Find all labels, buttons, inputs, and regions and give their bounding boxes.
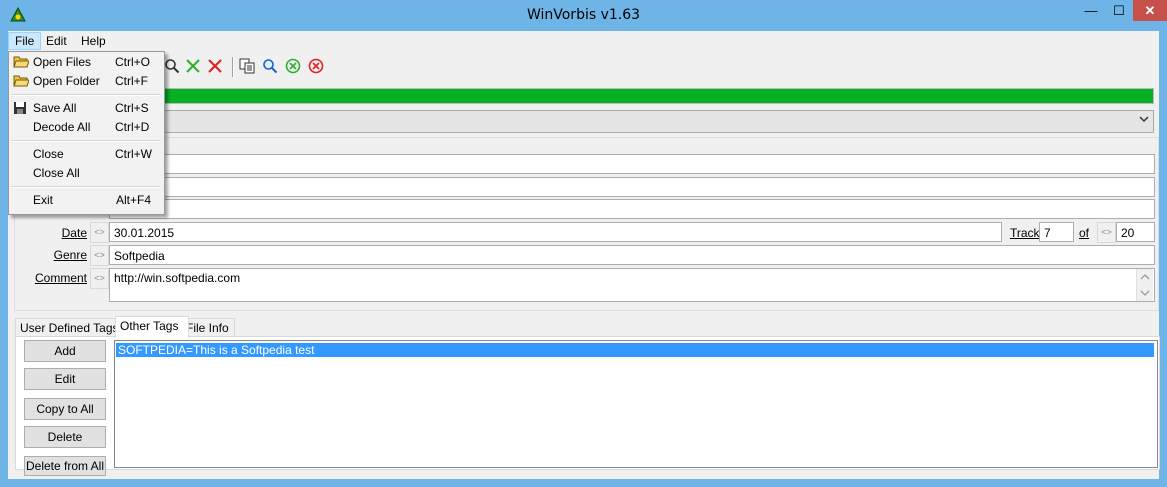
menu-separator: [11, 94, 160, 96]
tab-user-defined-tags[interactable]: User Defined Tags: [15, 318, 124, 337]
menu-close[interactable]: Close Ctrl+W: [9, 145, 162, 164]
check-circle-icon[interactable]: [284, 58, 302, 76]
menu-exit[interactable]: Exit Alt+F4: [9, 191, 162, 210]
genre-label: Genre: [53, 248, 87, 262]
minimize-button[interactable]: —: [1077, 0, 1105, 21]
window-title: WinVorbis v1.63: [526, 7, 641, 23]
comment-text: http://win.softpedia.com: [114, 271, 241, 285]
add-button[interactable]: Add: [24, 340, 106, 362]
title-field[interactable]: [109, 154, 1155, 174]
delete-from-all-button[interactable]: Delete from All: [24, 456, 106, 476]
other-tags-panel: Add Edit Copy to All Delete Delete from …: [15, 336, 1160, 476]
client-area: File Edit Help Date <> 30.01.2015 Track …: [8, 31, 1160, 479]
comment-field[interactable]: http://win.softpedia.com: [109, 268, 1155, 302]
menu-save-all[interactable]: Save All Ctrl+S: [9, 99, 162, 118]
file-menu-dropdown: Open Files Ctrl+O Open Folder Ctrl+F Sav…: [8, 51, 165, 215]
delete-circle-icon[interactable]: [307, 58, 325, 76]
delete-button[interactable]: Delete: [24, 426, 106, 448]
save-icon: [13, 101, 29, 116]
toolbar-separator: [232, 57, 234, 77]
menu-open-files[interactable]: Open Files Ctrl+O: [9, 53, 162, 72]
close-window-button[interactable]: ✕: [1133, 0, 1167, 21]
copy-to-all-button[interactable]: Copy to All: [24, 398, 106, 420]
title-bar[interactable]: WinVorbis v1.63 — ☐ ✕: [0, 0, 1167, 31]
genre-field[interactable]: Softpedia: [109, 245, 1155, 265]
delete-icon[interactable]: [206, 58, 224, 76]
comment-scrollbar[interactable]: [1136, 269, 1153, 301]
app-window: WinVorbis v1.63 — ☐ ✕ File Edit Help Dat…: [0, 0, 1167, 487]
menu-edit[interactable]: Edit: [40, 32, 73, 50]
menu-bar: File Edit Help: [8, 31, 1159, 51]
menu-decode-all[interactable]: Decode All Ctrl+D: [9, 118, 162, 137]
track-label: Track: [1010, 226, 1040, 240]
genre-copy-button[interactable]: <>: [90, 245, 109, 266]
date-field[interactable]: 30.01.2015: [109, 222, 1002, 242]
artist-field[interactable]: Tester: [109, 177, 1155, 197]
menu-help[interactable]: Help: [75, 32, 112, 50]
track-field[interactable]: 7: [1039, 222, 1074, 242]
tab-other-tags[interactable]: Other Tags: [115, 316, 189, 338]
find-icon[interactable]: [261, 58, 279, 76]
menu-open-folder[interactable]: Open Folder Ctrl+F: [9, 72, 162, 91]
album-field[interactable]: Music: [109, 199, 1155, 219]
menu-separator: [11, 140, 160, 142]
list-item[interactable]: SOFTPEDIA=This is a Softpedia test: [116, 343, 1154, 357]
comment-copy-button[interactable]: <>: [90, 268, 109, 289]
menu-separator: [11, 186, 160, 188]
tag-list[interactable]: SOFTPEDIA=This is a Softpedia test: [114, 340, 1158, 468]
file-selector[interactable]: ogg: [11, 110, 1154, 133]
menu-file[interactable]: File: [8, 32, 42, 50]
search-icon[interactable]: [163, 58, 181, 76]
total-tracks-field[interactable]: 20: [1116, 222, 1155, 242]
progress-bar: [10, 88, 1154, 104]
folder-open-icon: [13, 74, 30, 89]
tag-fields-group: Tester Music Date <> 30.01.2015 Track 7 …: [14, 137, 1159, 311]
menu-close-all[interactable]: Close All: [9, 164, 162, 183]
tab-file-info[interactable]: File Info: [181, 318, 235, 337]
date-label: Date: [61, 226, 87, 240]
progress-fill: [11, 89, 1153, 103]
edit-button[interactable]: Edit: [24, 368, 106, 390]
copy-icon[interactable]: [238, 58, 256, 76]
folder-open-icon: [13, 55, 30, 70]
total-copy-button[interactable]: <>: [1097, 222, 1116, 243]
comment-label: Comment: [34, 271, 87, 285]
check-icon[interactable]: [184, 58, 202, 76]
chevron-down-icon[interactable]: [1139, 114, 1149, 127]
date-copy-button[interactable]: <>: [90, 222, 109, 243]
toolbar: [8, 54, 1159, 80]
maximize-button[interactable]: ☐: [1105, 0, 1133, 21]
of-label: of: [1079, 226, 1090, 240]
